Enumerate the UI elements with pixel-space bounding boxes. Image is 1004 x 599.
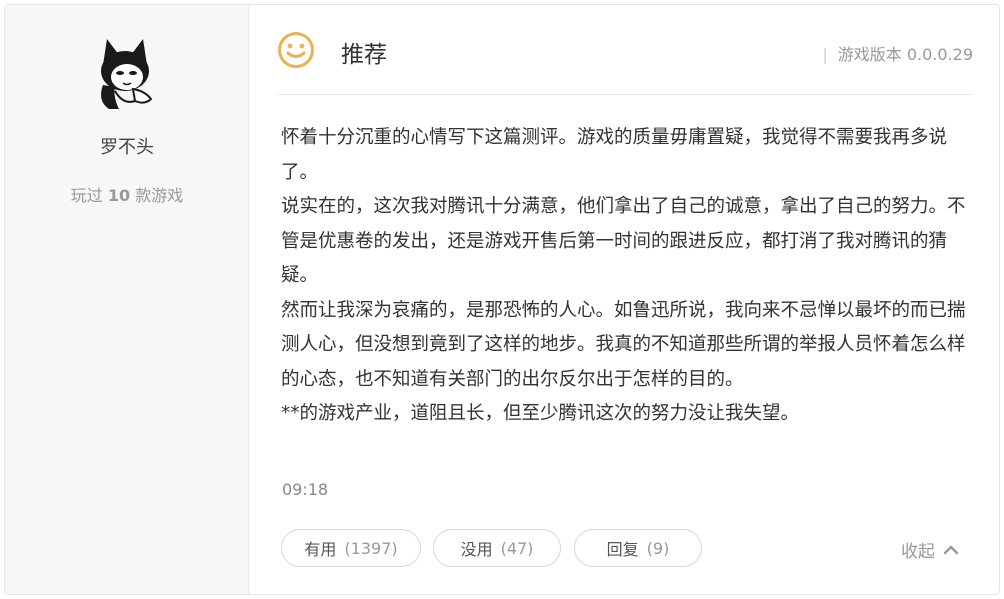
game-version: | 游戏版本 0.0.0.29: [822, 41, 973, 65]
review-paragraph: 然而让我深为哀痛的，是那恐怖的人心。如鲁迅所说，我向来不忌惮以最坏的而已揣测人心…: [281, 299, 966, 390]
useless-button[interactable]: 没用 (47): [433, 529, 561, 567]
games-played-count: 10: [107, 186, 131, 205]
useful-button[interactable]: 有用 (1397): [281, 529, 421, 567]
avatar[interactable]: [89, 35, 161, 111]
user-panel: 罗不头 玩过 10 款游戏: [5, 5, 249, 594]
review-time: 09:18: [282, 480, 329, 499]
review-paragraph: 说实在的，这次我对腾讯十分满意，他们拿出了自己的诚意，拿出了自己的努力。不管是优…: [281, 196, 966, 286]
collapse-label: 收起: [901, 542, 935, 562]
useless-count: (47): [500, 538, 534, 558]
verdict-label: 推荐: [341, 42, 387, 68]
collapse-button[interactable]: 收起: [901, 537, 959, 562]
useless-label: 没用: [460, 540, 493, 559]
useful-count: (1397): [344, 538, 398, 558]
review-paragraph: **的游戏产业，道阻且长，但至少腾讯这次的努力没让我失望。: [281, 403, 800, 424]
smile-face-icon: [278, 32, 314, 68]
review-header: 推荐 | 游戏版本 0.0.0.29: [277, 31, 973, 95]
version-separator: |: [822, 45, 828, 64]
games-played: 玩过 10 款游戏: [5, 182, 249, 206]
reply-label: 回复: [606, 540, 639, 559]
review-text: 怀着十分沉重的心情写下这篇测评。游戏的质量毋庸置疑，我觉得不需要我再多说了。 说…: [281, 121, 971, 432]
reply-button[interactable]: 回复 (9): [574, 529, 702, 567]
version-label: 游戏版本 0.0.0.29: [837, 45, 973, 64]
review-card: 罗不头 玩过 10 款游戏 推荐 | 游戏版本 0.0.0.29 怀着十分沉重的心…: [4, 4, 1000, 595]
username[interactable]: 罗不头: [5, 133, 249, 159]
games-played-prefix: 玩过: [70, 186, 103, 205]
review-paragraph: 怀着十分沉重的心情写下这篇测评。游戏的质量毋庸置疑，我觉得不需要我再多说了。: [281, 127, 948, 183]
games-played-suffix: 款游戏: [135, 186, 184, 205]
useful-label: 有用: [304, 540, 337, 559]
chevron-up-icon: [943, 545, 959, 554]
reply-count: (9): [646, 538, 670, 558]
